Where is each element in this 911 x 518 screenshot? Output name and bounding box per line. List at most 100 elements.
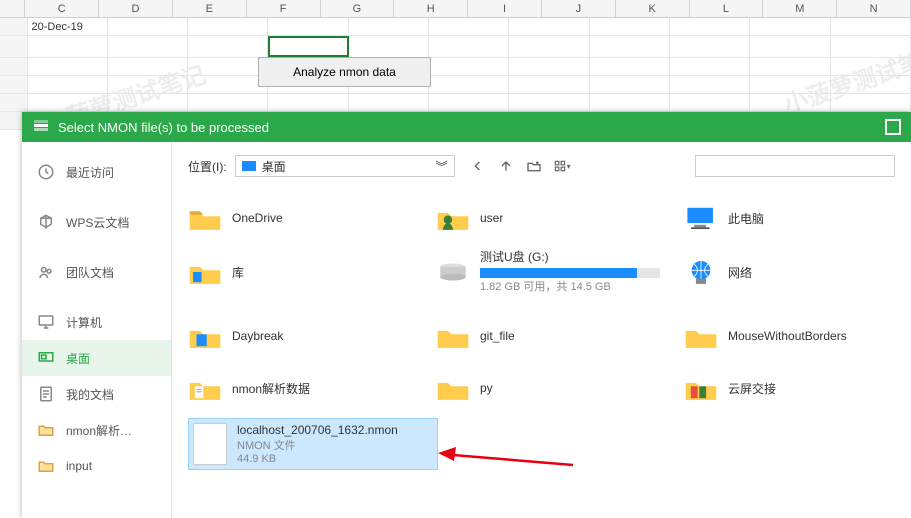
location-value: 桌面	[262, 158, 286, 175]
view-grid-icon[interactable]: ▾	[553, 157, 571, 175]
main-pane: 位置(I): 桌面 ︾ ▾ OneDrive	[172, 142, 911, 518]
sidebar-item-desktop[interactable]: 桌面	[22, 340, 171, 376]
selected-cell[interactable]	[268, 36, 348, 57]
col-header: N	[837, 0, 911, 17]
col-header: C	[25, 0, 99, 17]
col-header: L	[690, 0, 764, 17]
item-name: Daybreak	[232, 329, 283, 343]
col-header: E	[173, 0, 247, 17]
analyze-nmon-button[interactable]: Analyze nmon data	[258, 57, 431, 87]
library-icon	[188, 258, 222, 286]
sidebar-item-computer[interactable]: 计算机	[22, 304, 171, 340]
location-row: 位置(I): 桌面 ︾ ▾	[188, 152, 895, 180]
doc-icon	[36, 384, 56, 404]
restore-icon[interactable]	[885, 119, 901, 135]
folder-icon	[188, 374, 222, 402]
col-header: G	[321, 0, 395, 17]
item-py[interactable]: py	[436, 374, 666, 402]
folder-icon	[436, 374, 470, 402]
sidebar-item-label: 团队文档	[66, 264, 114, 281]
sidebar-item-label: 计算机	[66, 314, 102, 331]
usb-info: 1.82 GB 可用，共 14.5 GB	[480, 278, 670, 294]
sidebar-item-label: input	[66, 459, 92, 473]
item-user[interactable]: user	[436, 204, 666, 232]
app-logo-icon	[32, 118, 50, 136]
sidebar-item-team[interactable]: 团队文档	[22, 254, 171, 290]
folder-icon	[36, 456, 56, 476]
date-cell[interactable]: 20-Dec-19	[28, 18, 108, 35]
item-onedrive[interactable]: OneDrive	[188, 204, 418, 232]
item-nmon-file-selected[interactable]: localhost_200706_1632.nmon NMON 文件 44.9 …	[188, 418, 438, 470]
item-yunping[interactable]: 云屏交接	[684, 374, 911, 402]
item-daybreak[interactable]: Daybreak	[188, 322, 418, 350]
pc-icon	[684, 204, 718, 232]
sidebar-item-mydocs[interactable]: 我的文档	[22, 376, 171, 412]
col-header	[0, 0, 25, 17]
item-network[interactable]: 网络	[684, 258, 911, 286]
usb-capacity-bar	[480, 268, 660, 278]
item-library[interactable]: 库	[188, 258, 418, 286]
col-header: F	[247, 0, 321, 17]
file-name: localhost_200706_1632.nmon	[237, 423, 398, 437]
cloud-cube-icon	[36, 212, 56, 232]
dialog-title-text: Select NMON file(s) to be processed	[58, 120, 269, 135]
item-this-pc[interactable]: 此电脑	[684, 204, 911, 232]
toolbar-icons: ▾	[469, 157, 571, 175]
item-name: 库	[232, 264, 244, 281]
clock-icon	[36, 162, 56, 182]
item-gitfile[interactable]: git_file	[436, 322, 666, 350]
item-name: git_file	[480, 329, 515, 343]
folder-icon	[684, 322, 718, 350]
col-header: I	[468, 0, 542, 17]
col-header: K	[616, 0, 690, 17]
sidebar-item-label: nmon解析…	[66, 422, 132, 439]
item-name: nmon解析数据	[232, 380, 310, 397]
sidebar-item-label: 桌面	[66, 350, 90, 367]
folder-icon	[188, 204, 222, 232]
search-input[interactable]	[695, 155, 895, 177]
location-dropdown[interactable]: 桌面 ︾	[235, 155, 455, 177]
sidebar-item-label: WPS云文档	[66, 214, 129, 231]
desktop-icon	[36, 348, 56, 368]
item-usb[interactable]: 测试U盘 (G:) 1.82 GB 可用，共 14.5 GB	[436, 248, 666, 294]
column-headers: C D E F G H I J K L M N	[0, 0, 911, 18]
item-name: 此电脑	[728, 210, 764, 227]
item-nmonparse[interactable]: nmon解析数据	[188, 374, 418, 402]
up-icon[interactable]	[497, 157, 515, 175]
folder-icon	[36, 420, 56, 440]
col-header: J	[542, 0, 616, 17]
item-name: 网络	[728, 264, 752, 281]
item-name: py	[480, 381, 493, 395]
item-name: MouseWithoutBorders	[728, 329, 847, 343]
file-icon	[193, 423, 227, 465]
sidebar-item-recent[interactable]: 最近访问	[22, 154, 171, 190]
file-open-dialog: Select NMON file(s) to be processed 最近访问…	[22, 112, 911, 518]
sidebar-item-input-folder[interactable]: input	[22, 448, 171, 484]
network-icon	[684, 258, 718, 286]
dialog-titlebar: Select NMON file(s) to be processed	[22, 112, 911, 142]
sidebar: 最近访问 WPS云文档 团队文档 计算机 桌面	[22, 142, 172, 518]
drive-icon	[436, 258, 470, 286]
location-label: 位置(I):	[188, 158, 227, 175]
col-header: H	[394, 0, 468, 17]
file-type: NMON 文件	[237, 437, 398, 453]
new-folder-icon[interactable]	[525, 157, 543, 175]
item-mwb[interactable]: MouseWithoutBorders	[684, 322, 911, 350]
sidebar-item-label: 我的文档	[66, 386, 114, 403]
monitor-icon	[36, 312, 56, 332]
chevron-down-icon: ︾	[436, 158, 448, 175]
sidebar-item-label: 最近访问	[66, 164, 114, 181]
team-icon	[36, 262, 56, 282]
item-name: OneDrive	[232, 211, 283, 225]
file-size: 44.9 KB	[237, 453, 398, 465]
back-icon[interactable]	[469, 157, 487, 175]
desktop-monitor-icon	[242, 161, 256, 171]
col-header: D	[99, 0, 173, 17]
item-name: user	[480, 211, 503, 225]
sidebar-item-wps-cloud[interactable]: WPS云文档	[22, 204, 171, 240]
folder-icon	[436, 322, 470, 350]
sidebar-item-nmon-folder[interactable]: nmon解析…	[22, 412, 171, 448]
folder-icon	[684, 374, 718, 402]
spreadsheet-background: C D E F G H I J K L M N 20-Dec-19 Analyz…	[0, 0, 911, 120]
item-name: 测试U盘 (G:)	[480, 248, 670, 265]
